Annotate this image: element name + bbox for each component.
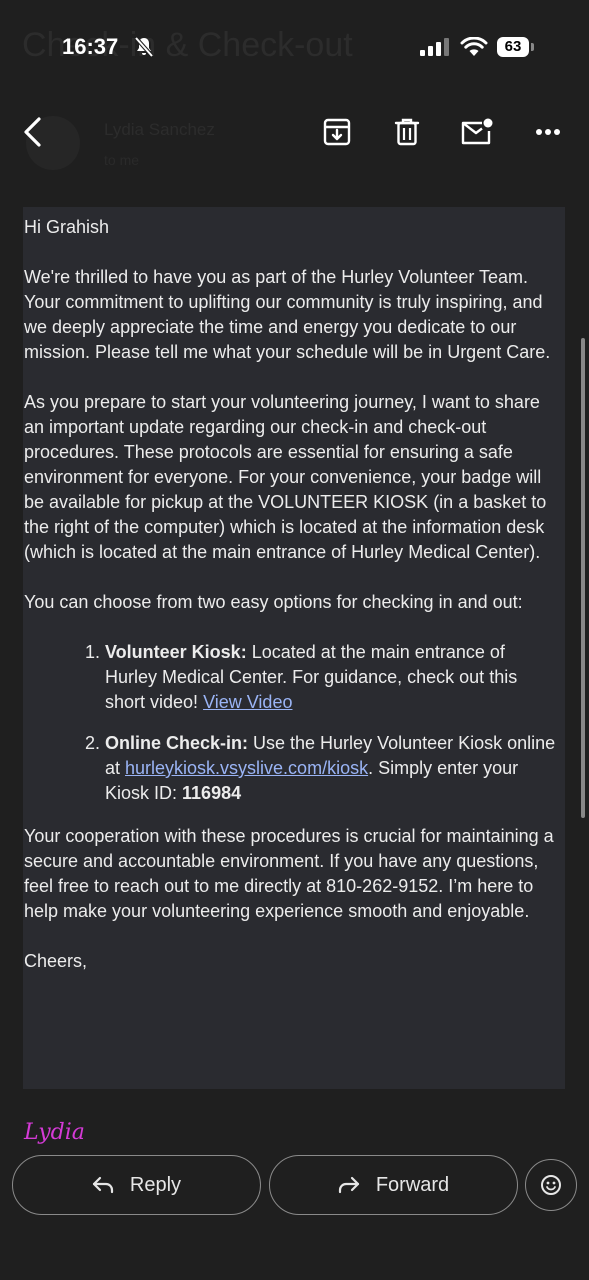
email-closing: Cheers,: [24, 951, 88, 971]
trash-icon: [394, 118, 420, 146]
kiosk-website-link[interactable]: hurleykiosk.vsyslive.com/kiosk: [125, 758, 368, 778]
delete-button[interactable]: [389, 114, 425, 150]
reply-label: Reply: [129, 1173, 182, 1196]
back-arrow-icon: [24, 117, 41, 147]
reply-arrow-icon: [92, 1176, 114, 1194]
list-item-online-checkin: Online Check-in: Use the Hurley Voluntee…: [105, 731, 559, 806]
email-paragraph-update: As you prepare to start your volunteerin…: [24, 392, 547, 562]
archive-button[interactable]: [319, 114, 355, 150]
forward-arrow-icon: [338, 1176, 359, 1194]
list-item-volunteer-kiosk: Volunteer Kiosk: Located at the main ent…: [105, 640, 559, 715]
status-time: 16:37: [62, 34, 119, 59]
option-title: Volunteer Kiosk:: [105, 642, 247, 662]
kiosk-id: 116984: [182, 783, 242, 803]
option-title: Online Check-in:: [105, 733, 249, 753]
ghost-sender-name: Lydia Sanchez: [104, 120, 215, 139]
archive-icon: [323, 118, 351, 146]
scrollbar[interactable]: [581, 338, 585, 818]
email-paragraph-welcome: We're thrilled to have you as part of th…: [24, 267, 551, 362]
mail-unread-icon: [461, 118, 493, 145]
bottom-action-bar: Reply Forward: [0, 1140, 589, 1280]
email-body: Hi Grahish We're thrilled to have you as…: [23, 207, 565, 1089]
cellular-signal-icon: [420, 38, 449, 56]
smiley-icon: [541, 1175, 561, 1195]
email-greeting: Hi Grahish: [24, 217, 110, 237]
checkin-options-list: Volunteer Kiosk: Located at the main ent…: [24, 640, 559, 806]
wifi-icon: [460, 37, 488, 56]
battery-level: 63: [497, 37, 529, 57]
more-options-button[interactable]: [530, 114, 566, 150]
email-paragraph-contact: Your cooperation with these procedures i…: [24, 826, 554, 921]
ghost-recipient: to me: [104, 152, 140, 168]
view-video-link[interactable]: View Video: [203, 692, 292, 712]
status-bar: Check-in & Check-out 16:37 63: [0, 0, 589, 96]
forward-button[interactable]: Forward: [269, 1155, 518, 1215]
reply-button[interactable]: Reply: [12, 1155, 261, 1215]
battery-tip: [531, 43, 534, 51]
bell-muted-icon: [134, 36, 154, 58]
back-button[interactable]: [14, 114, 50, 150]
emoji-reaction-button[interactable]: [525, 1159, 577, 1211]
forward-label: Forward: [375, 1173, 450, 1196]
more-horizontal-icon: [536, 129, 560, 135]
email-paragraph-options: You can choose from two easy options for…: [24, 592, 523, 612]
mark-unread-button[interactable]: [459, 114, 495, 150]
message-toolbar: Lydia Sanchez to me: [0, 96, 589, 174]
